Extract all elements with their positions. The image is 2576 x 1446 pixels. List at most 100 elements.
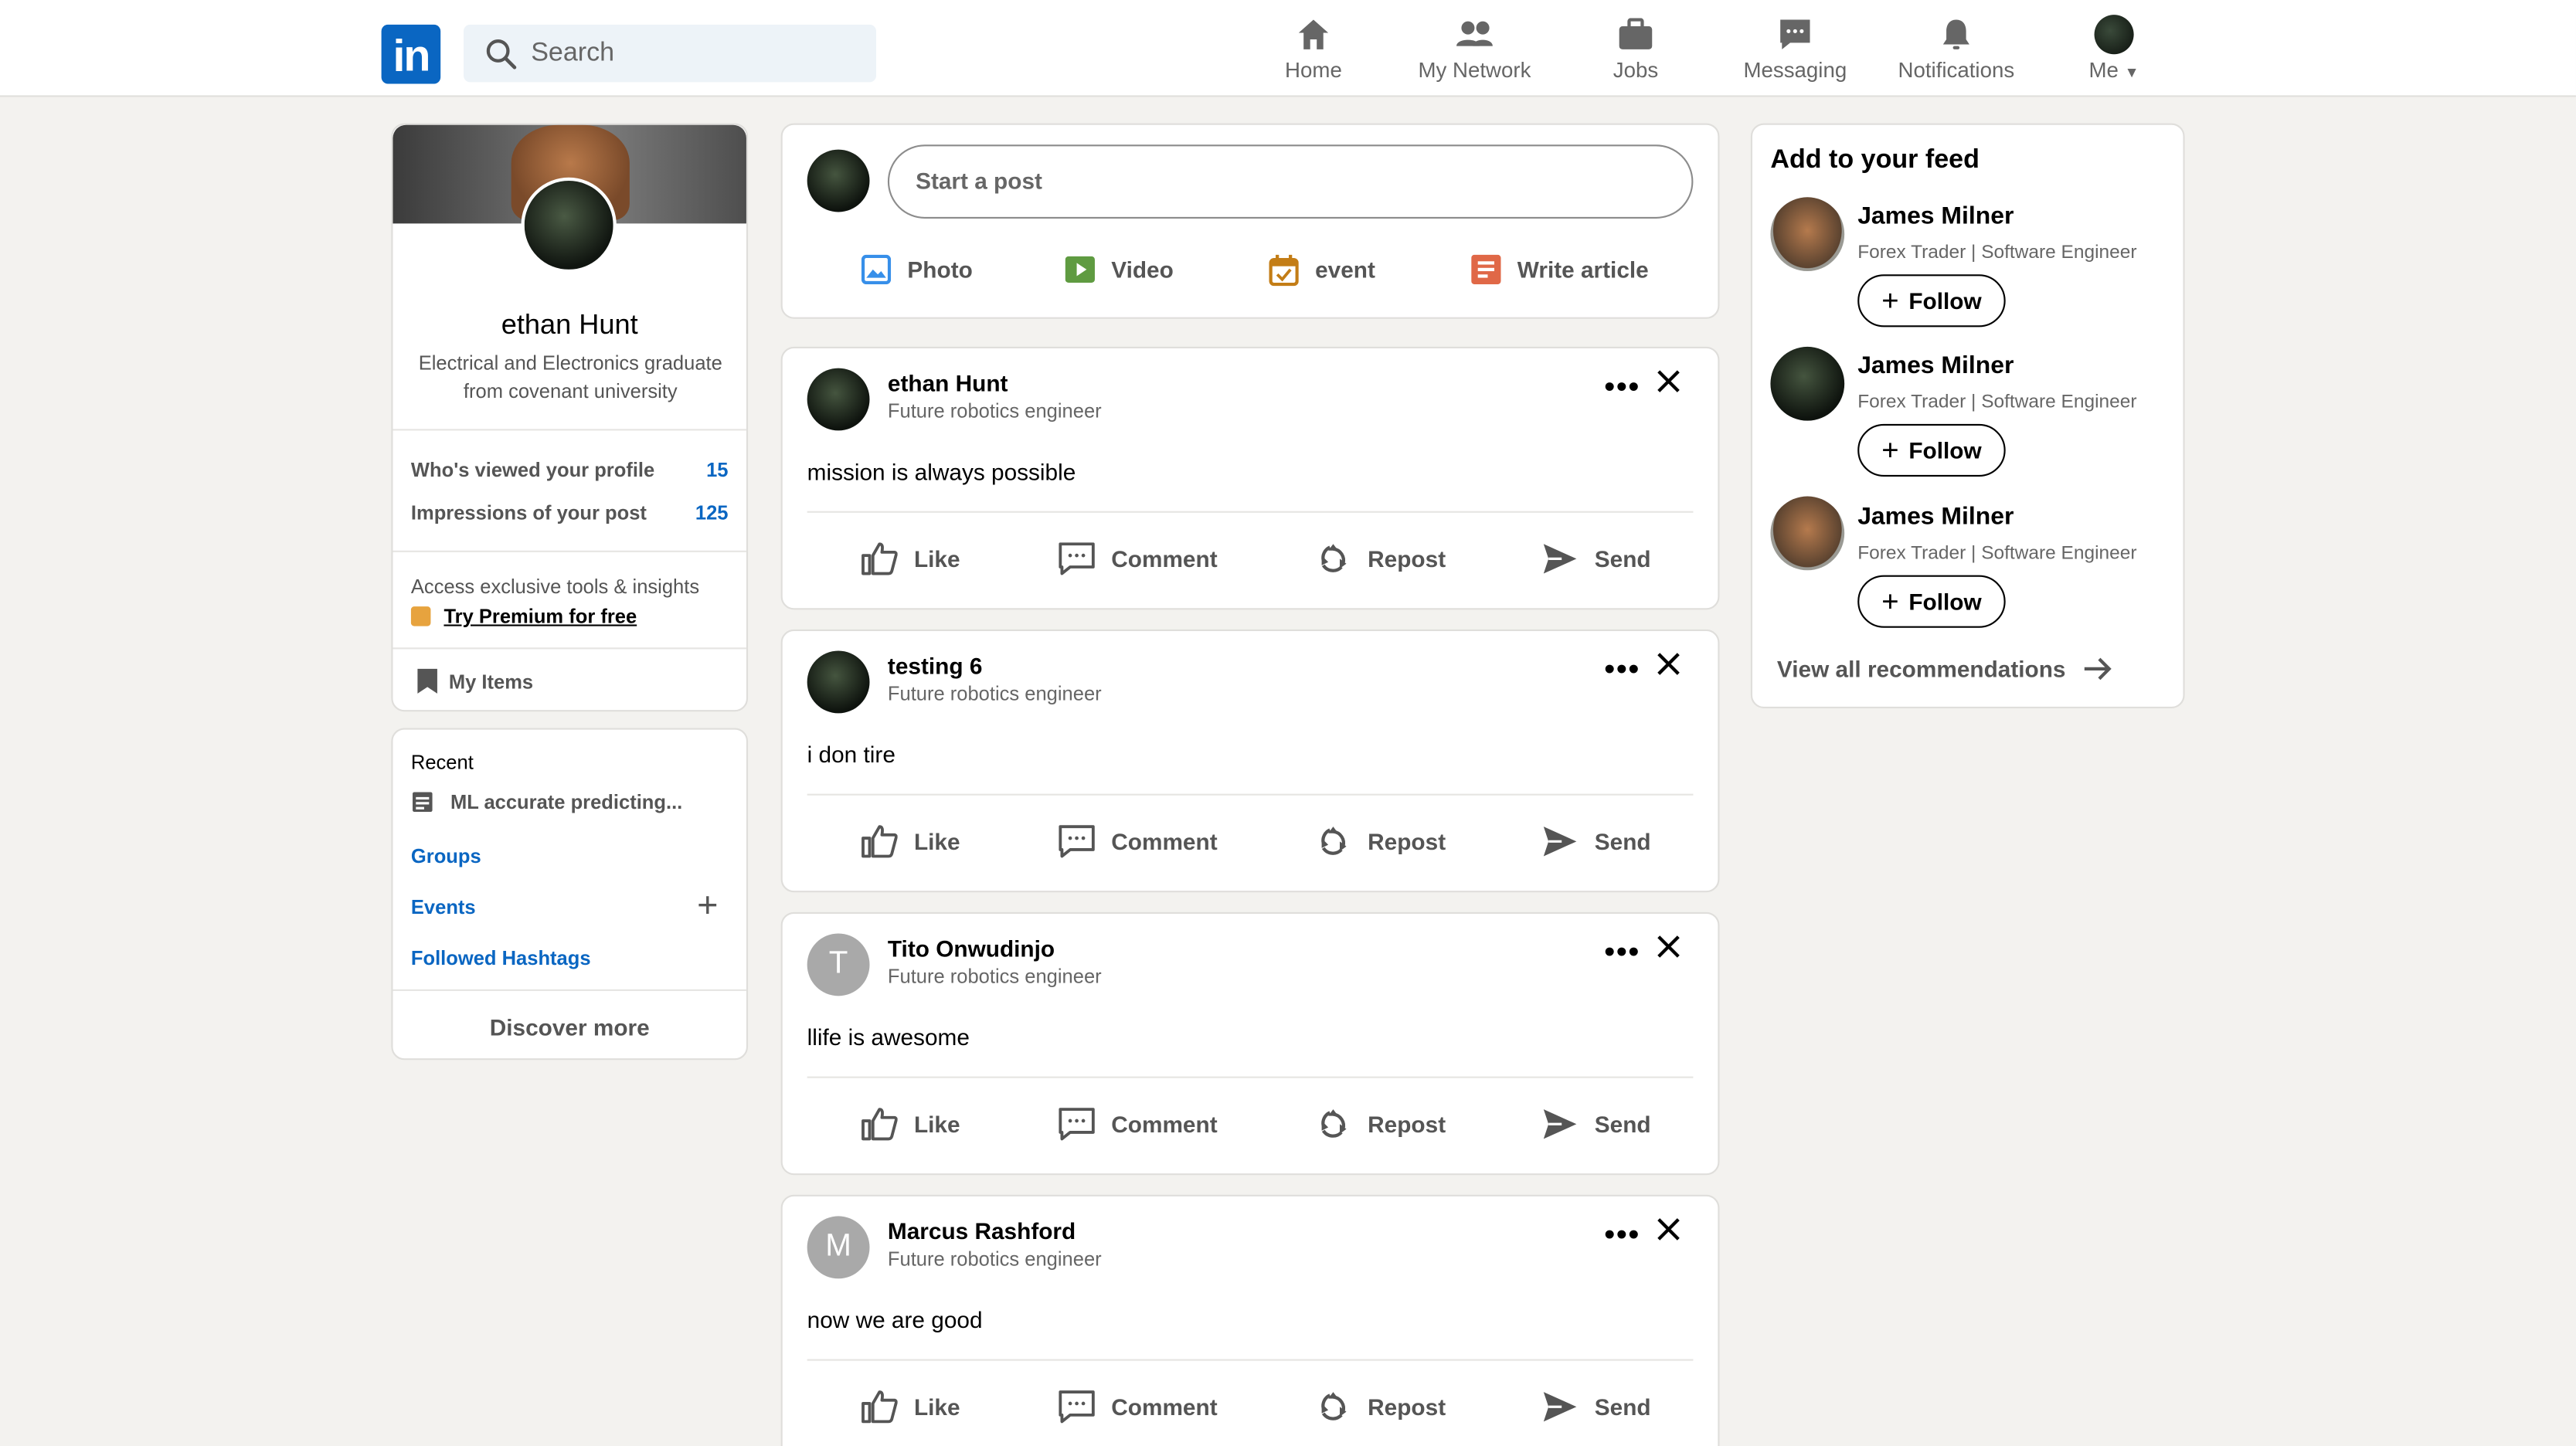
nav-messaging[interactable]: Messaging	[1739, 16, 1851, 89]
more-options-icon[interactable]: •••	[1605, 370, 1641, 405]
start-post-input[interactable]: Start a post	[887, 144, 1694, 219]
send-button[interactable]: Send	[1542, 822, 1651, 861]
nav-jobs[interactable]: Jobs	[1608, 16, 1664, 89]
repost-button[interactable]: Repost	[1315, 1387, 1446, 1427]
follow-button[interactable]: + Follow	[1857, 274, 2006, 328]
premium-icon	[410, 606, 431, 626]
avatar[interactable]	[807, 650, 870, 714]
action-label: Repost	[1368, 828, 1446, 855]
nav-my-network[interactable]: My Network	[1414, 16, 1535, 89]
linkedin-logo[interactable]: in	[381, 24, 441, 84]
nav-notifications[interactable]: Notifications	[1894, 16, 2019, 89]
close-icon[interactable]	[1653, 649, 1683, 678]
divider	[393, 550, 746, 552]
avatar[interactable]	[1770, 496, 1845, 571]
stat-profile-views[interactable]: Who's viewed your profile 15	[411, 459, 729, 482]
network-icon	[1456, 21, 1493, 46]
suggestion-name[interactable]: James Milner	[1857, 351, 2014, 379]
more-options-icon[interactable]: •••	[1605, 653, 1641, 687]
write-article-button[interactable]: Write article	[1471, 249, 1649, 289]
comment-button[interactable]: Comment	[1059, 1387, 1218, 1427]
like-button[interactable]: Like	[861, 1105, 960, 1144]
hashtags-link[interactable]: Followed Hashtags	[411, 946, 591, 969]
send-button[interactable]: Send	[1542, 1387, 1651, 1427]
video-button[interactable]: Video	[1065, 249, 1174, 289]
action-label: Repost	[1368, 1393, 1446, 1421]
discover-more-button[interactable]: Discover more	[393, 1014, 746, 1040]
avatar[interactable]: T	[807, 933, 870, 996]
post-author-name[interactable]: ethan Hunt	[888, 370, 1008, 396]
action-label: Like	[913, 545, 960, 572]
add-event-icon[interactable]: +	[697, 887, 718, 924]
nav-home[interactable]: Home	[1279, 16, 1347, 89]
follow-button[interactable]: + Follow	[1857, 575, 2006, 628]
post-author-name[interactable]: testing 6	[888, 653, 983, 679]
start-post-card: Start a post Photo Video event Write art…	[780, 123, 1720, 319]
avatar[interactable]	[807, 368, 870, 431]
plus-icon: +	[1881, 433, 1899, 467]
avatar[interactable]: M	[807, 1216, 870, 1279]
action-label: Like	[913, 1393, 960, 1421]
comment-icon	[1059, 825, 1095, 858]
search-input[interactable]	[531, 24, 860, 83]
events-link[interactable]: Events	[411, 896, 476, 919]
event-button[interactable]: event	[1269, 249, 1375, 289]
photo-button[interactable]: Photo	[861, 249, 973, 289]
like-button[interactable]: Like	[861, 822, 960, 861]
repost-button[interactable]: Repost	[1315, 539, 1446, 579]
repost-button[interactable]: Repost	[1315, 1105, 1446, 1144]
like-button[interactable]: Like	[861, 1387, 960, 1427]
view-all-recommendations-link[interactable]: View all recommendations	[1777, 656, 2112, 682]
divider	[807, 793, 1694, 796]
avatar[interactable]	[1770, 197, 1845, 272]
avatar	[2094, 15, 2134, 55]
stat-impressions[interactable]: Impressions of your post 125	[411, 501, 729, 524]
nav-me[interactable]: Me ▼	[2078, 15, 2150, 89]
like-icon	[861, 1108, 898, 1141]
post-author-headline: Future robotics engineer	[887, 964, 1102, 988]
comment-button[interactable]: Comment	[1059, 1105, 1218, 1144]
groups-link[interactable]: Groups	[411, 845, 481, 868]
action-label: Send	[1594, 545, 1651, 572]
post-author-headline: Future robotics engineer	[887, 1247, 1102, 1271]
repost-button[interactable]: Repost	[1315, 822, 1446, 861]
recent-item[interactable]: ML accurate predicting...	[411, 790, 682, 813]
suggestion-name[interactable]: James Milner	[1857, 503, 2014, 531]
divider	[807, 1359, 1694, 1361]
nav-me-label: Me ▼	[2078, 57, 2150, 82]
profile-avatar[interactable]	[521, 177, 617, 273]
follow-button[interactable]: + Follow	[1857, 423, 2006, 477]
more-options-icon[interactable]: •••	[1605, 1218, 1641, 1253]
suggestion-headline: Forex Trader | Software Engineer	[1857, 243, 2137, 263]
search-box[interactable]	[463, 24, 877, 83]
my-items-label: My Items	[448, 669, 534, 693]
premium-link[interactable]: Try Premium for free	[410, 605, 637, 628]
post-author-name[interactable]: Marcus Rashford	[888, 1218, 1076, 1244]
divider	[807, 1076, 1694, 1078]
more-options-icon[interactable]: •••	[1605, 935, 1641, 970]
avatar[interactable]	[1770, 346, 1845, 421]
suggestion-name[interactable]: James Milner	[1857, 202, 2014, 230]
avatar[interactable]	[807, 149, 870, 212]
action-label: Like	[913, 1111, 960, 1138]
close-icon[interactable]	[1653, 1214, 1683, 1244]
send-button[interactable]: Send	[1542, 539, 1651, 579]
nav-label: Jobs	[1613, 57, 1659, 83]
home-icon	[1298, 19, 1329, 49]
send-button[interactable]: Send	[1542, 1105, 1651, 1144]
close-icon[interactable]	[1653, 366, 1683, 395]
send-icon	[1543, 827, 1577, 857]
nav-label: Home	[1285, 57, 1342, 83]
action-label: Send	[1594, 828, 1651, 855]
post-author-headline: Future robotics engineer	[887, 399, 1102, 423]
repost-icon	[1321, 544, 1347, 572]
comment-button[interactable]: Comment	[1059, 822, 1218, 861]
like-button[interactable]: Like	[861, 539, 960, 579]
close-icon[interactable]	[1653, 932, 1683, 961]
profile-name[interactable]: ethan Hunt	[393, 309, 746, 342]
comment-button[interactable]: Comment	[1059, 539, 1218, 579]
post-author-name[interactable]: Tito Onwudinjo	[888, 935, 1055, 962]
arrow-right-icon	[2083, 657, 2111, 681]
my-items-link[interactable]: My Items	[416, 667, 533, 695]
recent-card: Recent ML accurate predicting... Groups …	[391, 728, 749, 1061]
